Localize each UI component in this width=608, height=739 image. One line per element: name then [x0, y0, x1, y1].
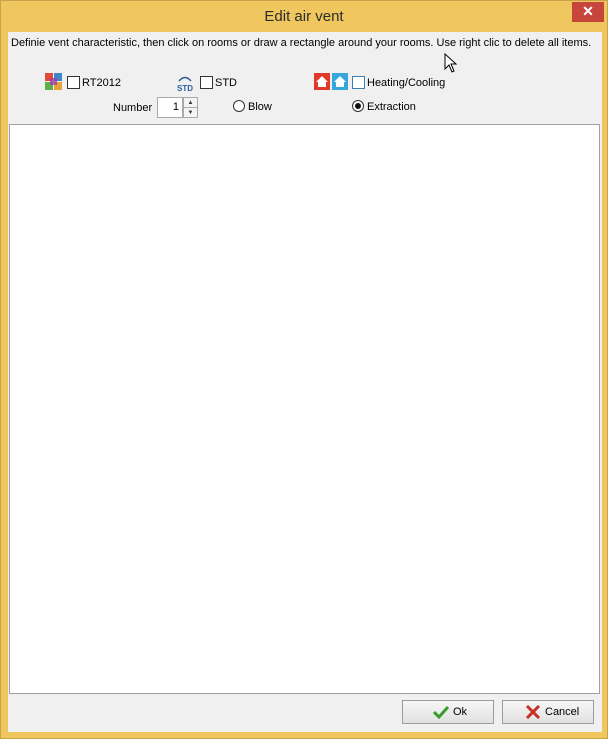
blow-label: Blow	[248, 101, 272, 113]
cancel-label: Cancel	[545, 706, 580, 718]
drawing-canvas[interactable]	[9, 124, 600, 694]
std-label: STD	[215, 77, 237, 89]
std-icon-text: STD	[177, 84, 193, 93]
extraction-radio[interactable]	[352, 100, 364, 112]
dialog-client-area: Definie vent characteristic, then click …	[8, 32, 602, 732]
std-checkbox[interactable]	[200, 76, 213, 89]
number-label: Number	[113, 102, 153, 114]
ok-button[interactable]: Ok	[402, 700, 494, 724]
number-input[interactable]: 1	[157, 97, 183, 118]
blow-radio[interactable]	[233, 100, 245, 112]
mouse-cursor-icon	[444, 53, 458, 73]
checkmark-icon	[433, 705, 449, 719]
extraction-label: Extraction	[367, 101, 416, 113]
rt2012-logo-icon	[45, 73, 62, 90]
window-title: Edit air vent	[264, 8, 344, 25]
house-heating-cooling-icon	[314, 73, 348, 90]
rt2012-label: RT2012	[82, 77, 121, 89]
spin-down-icon[interactable]: ▼	[184, 108, 197, 118]
heating-cooling-label: Heating/Cooling	[367, 77, 446, 89]
title-bar[interactable]: Edit air vent ✕	[1, 1, 607, 32]
cancel-button[interactable]: Cancel	[502, 700, 594, 724]
rt2012-checkbox[interactable]	[67, 76, 80, 89]
ok-label: Ok	[453, 706, 468, 718]
close-button[interactable]: ✕	[572, 2, 604, 22]
std-icon: STD	[177, 76, 193, 93]
red-x-icon	[525, 705, 541, 719]
spin-up-icon[interactable]: ▲	[184, 98, 197, 108]
instruction-text: Definie vent characteristic, then click …	[11, 37, 592, 49]
heating-cooling-checkbox[interactable]	[352, 76, 365, 89]
number-spinner[interactable]: ▲ ▼	[183, 97, 198, 118]
edit-air-vent-dialog: Edit air vent ✕ Definie vent characteris…	[0, 0, 608, 739]
